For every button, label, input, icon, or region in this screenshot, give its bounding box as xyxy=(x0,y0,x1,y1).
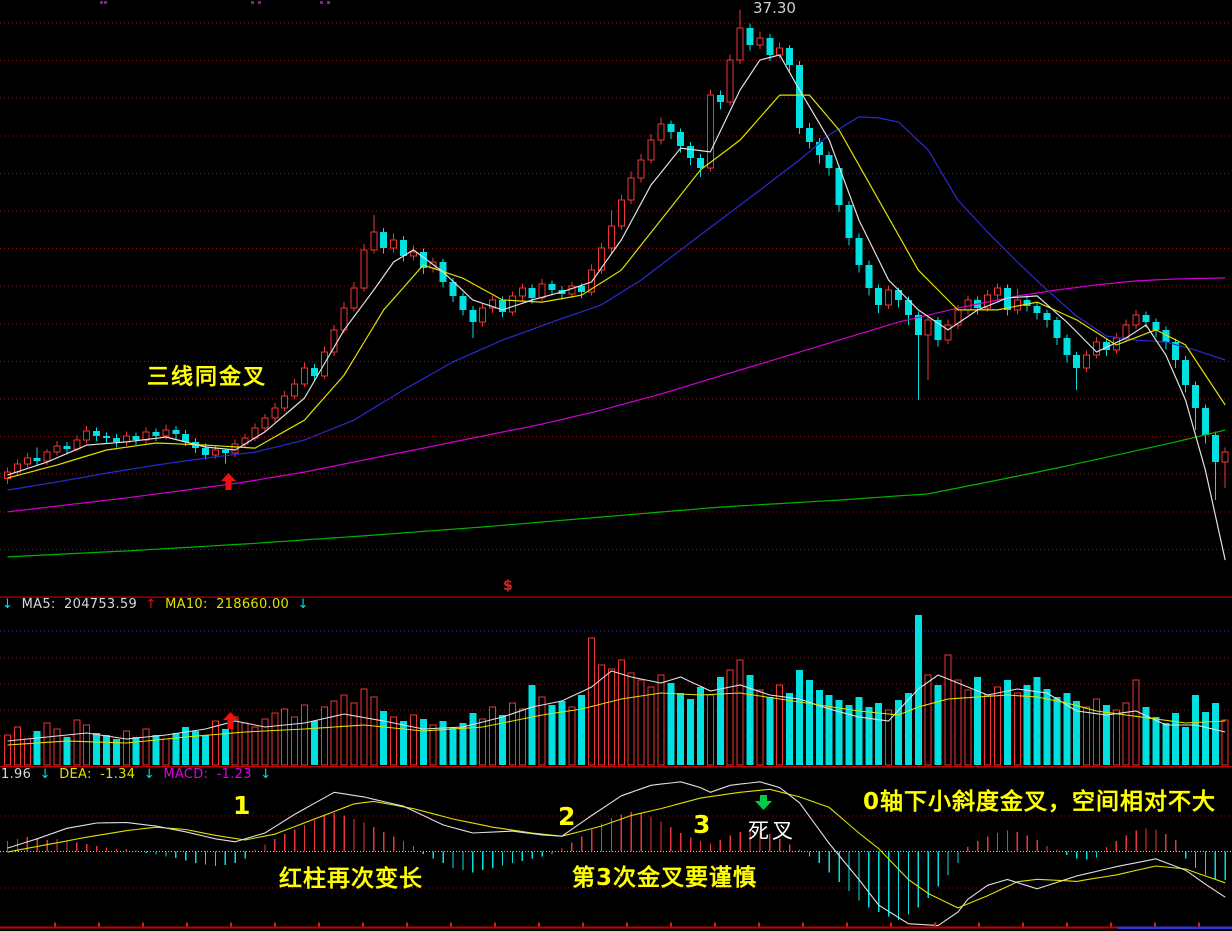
annotation-zero-axis-note: 0轴下小斜度金叉，空间相对不大 xyxy=(863,791,1216,814)
annotation-cross-1: 1 xyxy=(233,793,250,818)
macd-header: 1.96 ↓ DEA: -1.34 ↓ MACD: -1.23 ↓ xyxy=(1,768,275,781)
volume-ma-header: ↓ MA5: 204753.59 ↑ MA10: 218660.00 ↓ xyxy=(2,598,313,611)
macd-dea-value: -1.34 xyxy=(100,767,135,782)
kline-app: 37.30 三线同金叉 $ ↓ MA5: 204753.59 ↑ MA10: 2… xyxy=(0,0,1232,931)
annotation-three-line-golden-cross: 三线同金叉 xyxy=(147,367,267,389)
macd-dea-down-arrow-icon: ↓ xyxy=(144,767,155,782)
annotation-cross-3: 3 xyxy=(693,812,710,837)
vol-ma5-up-arrow-icon: ↑ xyxy=(146,597,157,612)
macd-macd-down-arrow-icon: ↓ xyxy=(260,767,271,782)
buy-arrow-volume-icon xyxy=(223,712,238,733)
vol-ma5-value: 204753.59 xyxy=(64,597,137,612)
vol-ma10-label: MA10: xyxy=(165,597,208,612)
macd-dea-label: DEA: xyxy=(59,767,91,782)
volume-panel[interactable] xyxy=(0,597,1232,767)
main-chart-panel[interactable] xyxy=(0,0,1232,597)
macd-macd-value: -1.23 xyxy=(217,767,252,782)
annotation-cross-2: 2 xyxy=(558,804,575,829)
macd-macd-label: MACD: xyxy=(163,767,208,782)
annotation-red-bars-longer: 红柱再次变长 xyxy=(279,868,423,891)
annotation-death-cross: 死叉 xyxy=(748,821,796,842)
vol-ma10-down-arrow-icon: ↓ xyxy=(298,597,309,612)
macd-dif-down-arrow-icon: ↓ xyxy=(40,767,51,782)
buy-arrow-main-icon xyxy=(221,473,236,494)
vol-lead-arrow-icon: ↓ xyxy=(2,597,13,612)
peak-price-label: 37.30 xyxy=(753,1,796,16)
vol-ma5-label: MA5: xyxy=(22,597,56,612)
vol-ma10-value: 218660.00 xyxy=(216,597,289,612)
death-cross-arrow-icon xyxy=(755,795,772,814)
macd-dif-value: 1.96 xyxy=(1,767,31,782)
dollar-marker: $ xyxy=(503,579,513,593)
annotation-third-cross-caution: 第3次金叉要谨慎 xyxy=(572,867,757,890)
